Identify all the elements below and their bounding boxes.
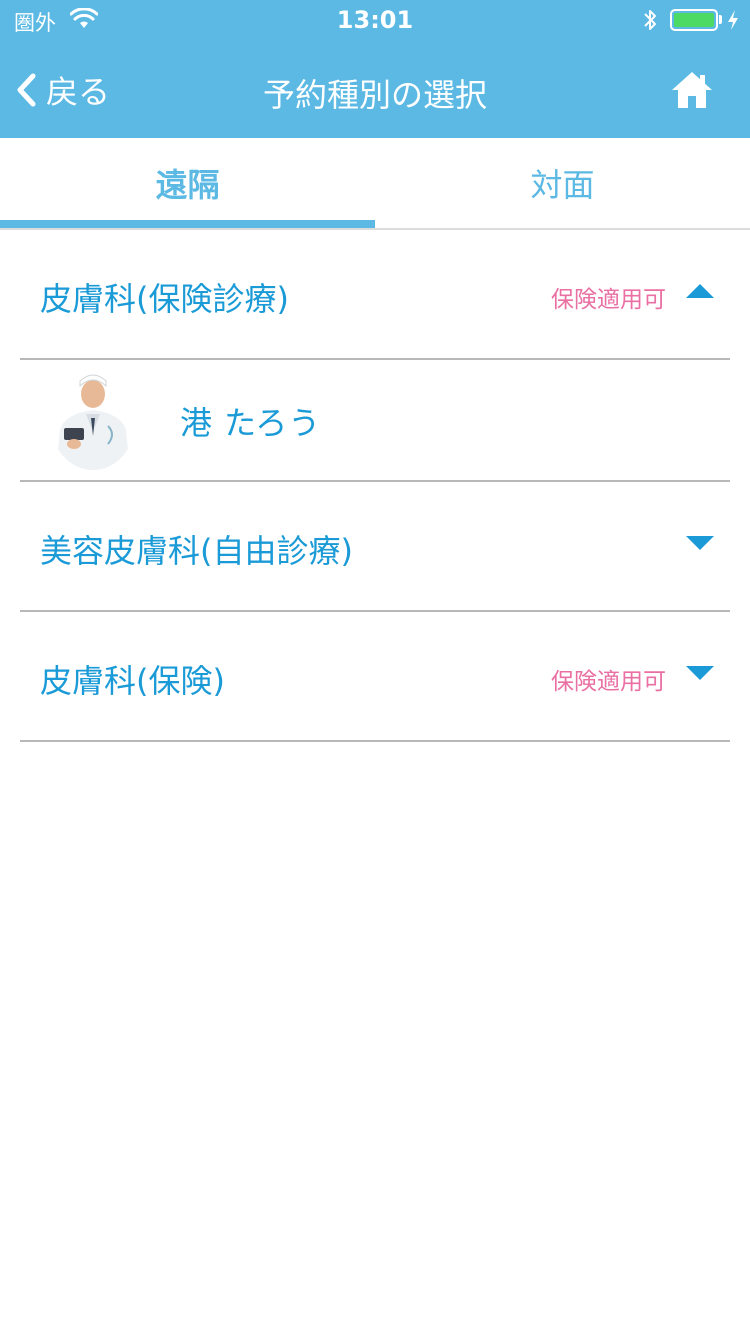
page-title: 予約種別の選択 [262,76,487,114]
clock: 13:01 [336,6,414,34]
category-row-dermatology[interactable]: 皮膚科(保険) 保険適用可 [20,612,730,742]
home-icon[interactable] [668,66,716,114]
back-button[interactable]: 戻る [14,68,110,112]
navigation-bar: 戻る 予約種別の選択 [0,40,750,138]
insurance-badge: 保険適用可 [551,669,666,695]
category-list: 皮膚科(保険診療) 保険適用可 港 たろう 美容皮膚科(自由診療) 皮膚科(保険… [20,230,730,742]
chevron-down-icon [686,666,714,680]
tab-remote[interactable]: 遠隔 [0,138,375,228]
chevron-down-icon [686,536,714,550]
chevron-up-icon [686,284,714,298]
back-label: 戻る [46,73,111,111]
doctor-row[interactable]: 港 たろう [20,360,730,482]
tab-selected-indicator [0,220,375,228]
category-title: 皮膚科(保険診療) [40,280,289,318]
chevron-left-icon [17,73,36,107]
category-title: 皮膚科(保険) [40,662,225,700]
bluetooth-icon [644,10,656,30]
category-title: 美容皮膚科(自由診療) [40,532,353,570]
tab-bar: 遠隔 対面 [0,138,750,230]
battery-level [674,13,714,27]
category-row-dermatology-insured[interactable]: 皮膚科(保険診療) 保険適用可 [20,230,730,360]
category-row-cosmetic-dermatology[interactable]: 美容皮膚科(自由診療) [20,482,730,612]
doctor-avatar [50,370,136,470]
charging-icon [728,10,738,30]
insurance-badge: 保険適用可 [551,287,666,313]
battery-icon [670,9,718,31]
status-bar: 圏外 13:01 [0,0,750,40]
battery-tip [719,15,722,24]
tab-in-person[interactable]: 対面 [375,138,750,228]
doctor-name: 港 たろう [180,404,322,442]
